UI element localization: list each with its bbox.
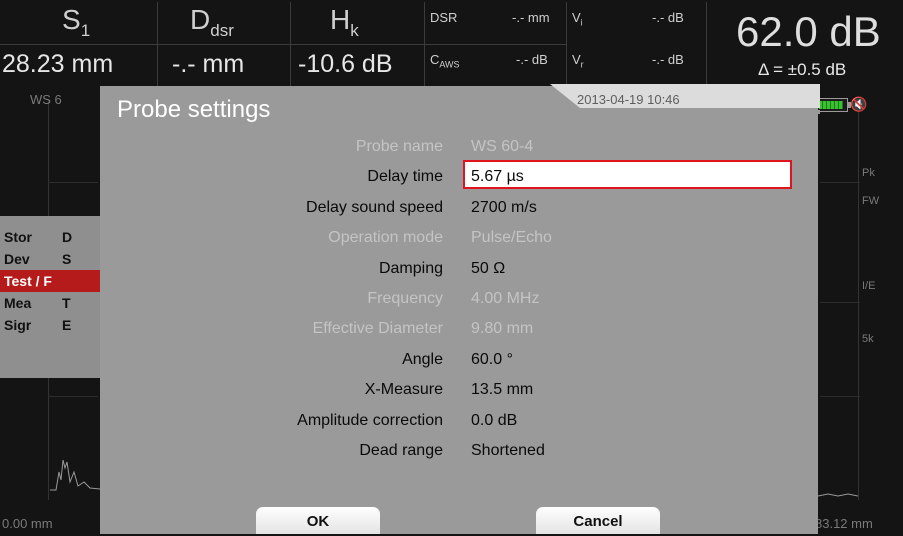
caws-label: CAWS — [430, 52, 460, 70]
speaker-muted-icon: 🔇 — [850, 96, 868, 112]
vi-label: Vi — [572, 10, 583, 28]
range-end-label: 83.12 mm — [815, 516, 873, 531]
dsr-value: -.- mm — [512, 10, 550, 25]
menu-item-signal[interactable]: Sigr E — [0, 314, 110, 336]
right-label-ie: I/E — [862, 280, 876, 292]
echo-trace-right — [818, 493, 858, 497]
angle-label: Angle — [402, 351, 443, 368]
right-label-5k: 5k — [862, 333, 874, 345]
dsr-label: DSR — [430, 10, 458, 25]
s1-symbol: S1 — [62, 4, 91, 40]
echo-trace — [50, 459, 101, 491]
delay-time-label: Delay time — [367, 168, 443, 185]
effective-diameter-label: Effective Diameter — [312, 320, 443, 337]
datetime-label: 2013-04-19 10:46 — [577, 92, 680, 107]
menu-item-measure[interactable]: Mea T — [0, 292, 110, 314]
delay-sound-speed-label: Delay sound speed — [306, 199, 443, 216]
menu-item-device[interactable]: Dev S — [0, 248, 110, 270]
damping-value[interactable]: 50 Ω — [471, 260, 505, 278]
battery-icon — [816, 98, 851, 112]
right-label-fw: FW — [862, 195, 880, 207]
amplitude-correction-label: Amplitude correction — [297, 412, 443, 429]
gain-step: Δ = ±0.5 dB — [758, 60, 847, 79]
frequency-label: Frequency — [367, 290, 443, 307]
operation-mode-value: Pulse/Echo — [471, 229, 552, 246]
right-label-pk: Pk — [862, 167, 875, 179]
dialog-title: Probe settings — [117, 96, 271, 123]
vr-value: -.- dB — [652, 52, 684, 67]
effective-diameter-value: 9.80 mm — [471, 320, 534, 337]
angle-value[interactable]: 60.0 ° — [471, 351, 513, 369]
menu-item-test[interactable]: Test / F — [0, 270, 110, 292]
x-measure-label: X-Measure — [364, 381, 443, 398]
ddsr-symbol: Ddsr — [190, 4, 234, 40]
gain-value[interactable]: 62.0 dB — [736, 8, 881, 56]
frequency-value: 4.00 MHz — [471, 290, 540, 307]
probe-name-value: WS 60-4 — [471, 138, 534, 155]
dead-range-value[interactable]: Shortened — [471, 442, 545, 460]
range-start-label: 0.00 mm — [2, 516, 53, 531]
ok-button[interactable]: OK — [256, 507, 380, 534]
probe-short-label: WS 6 — [30, 92, 62, 107]
hk-value: -10.6 dB — [298, 50, 393, 78]
x-measure-value[interactable]: 13.5 mm — [471, 381, 533, 399]
dead-range-label: Dead range — [359, 442, 443, 459]
delay-time-value[interactable]: 5.67 µs — [471, 168, 524, 186]
probe-settings-dialog — [100, 86, 818, 534]
measurement-header: S1 28.23 mm Ddsr -.- mm Hk -10.6 dB DSR … — [0, 0, 903, 88]
caws-value: -.- dB — [516, 52, 548, 67]
s1-value: 28.23 mm — [2, 50, 114, 78]
operation-mode-label: Operation mode — [328, 229, 443, 246]
damping-label: Damping — [378, 260, 443, 277]
probe-name-label: Probe name — [355, 138, 443, 155]
ddsr-value: -.- mm — [172, 50, 245, 78]
vr-label: Vr — [572, 52, 584, 70]
menu-item-storage[interactable]: Stor D — [0, 226, 110, 248]
hk-symbol: Hk — [330, 4, 359, 40]
vi-value: -.- dB — [652, 10, 684, 25]
delay-sound-speed-value[interactable]: 2700 m/s — [471, 199, 537, 217]
amplitude-correction-value[interactable]: 0.0 dB — [471, 412, 517, 430]
main-menu: Stor D Dev S Test / F Mea T Sigr E — [0, 216, 110, 378]
cancel-button[interactable]: Cancel — [536, 507, 660, 534]
